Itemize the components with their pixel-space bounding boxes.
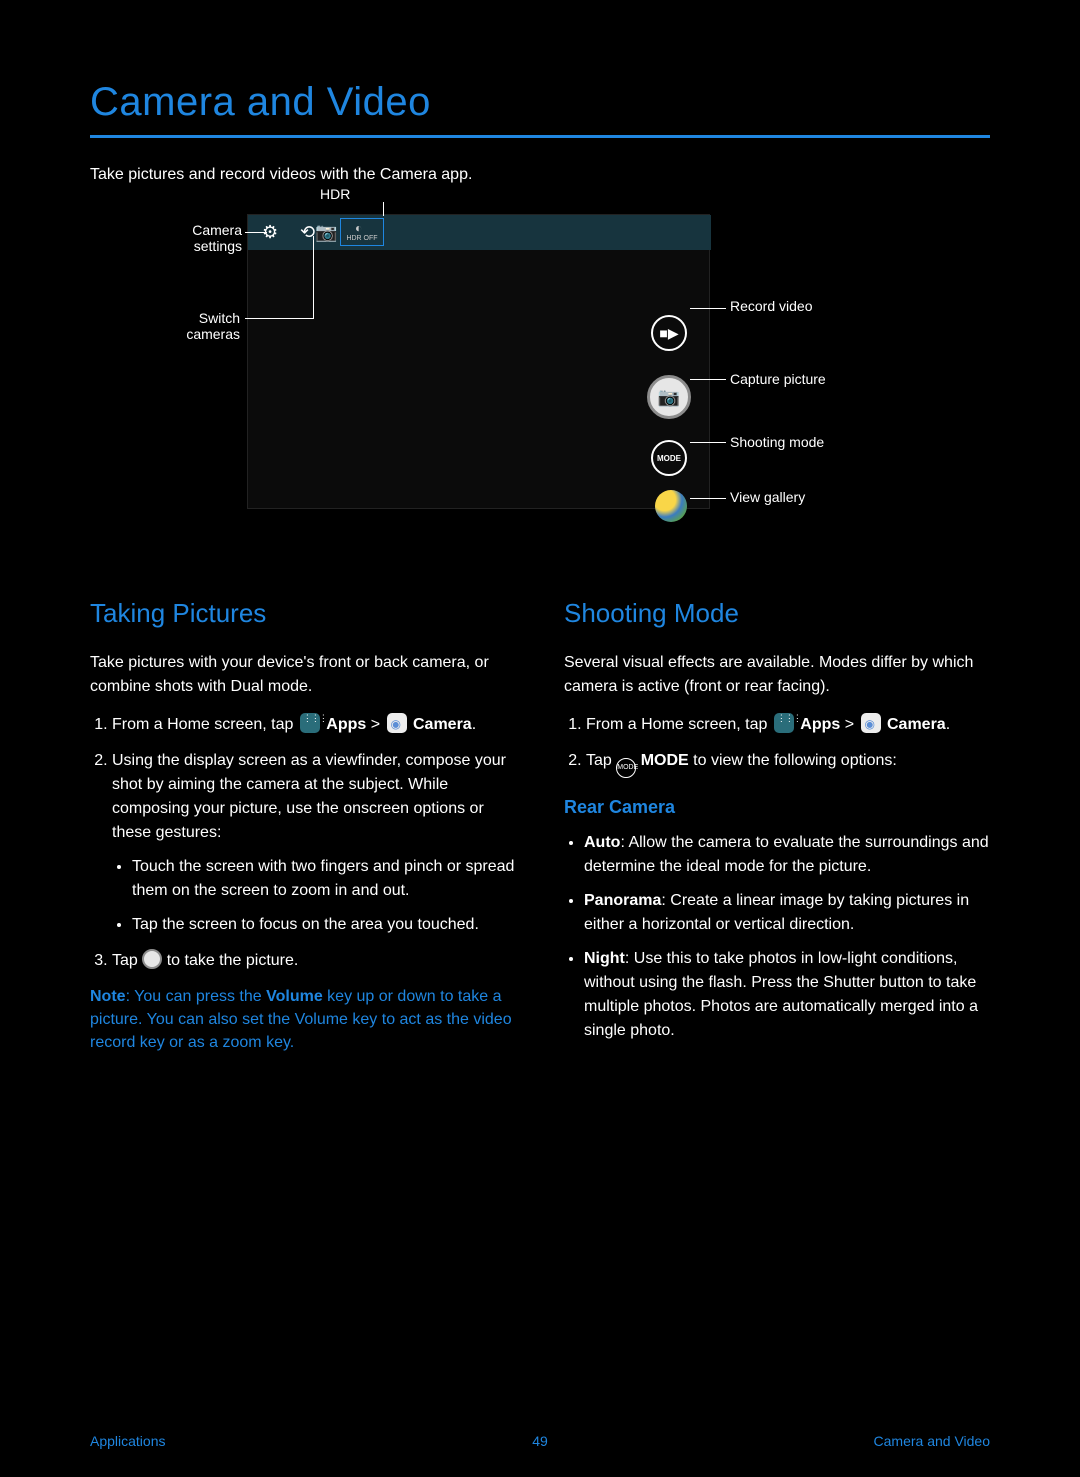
right-column: Shooting Mode Several visual effects are… xyxy=(564,594,990,1055)
camera-app-icon xyxy=(861,713,881,733)
taking-pictures-lead: Take pictures with your device's front o… xyxy=(90,651,516,699)
apps-icon xyxy=(300,713,320,733)
label-gallery: View gallery xyxy=(730,489,805,505)
text: Tap xyxy=(112,952,142,969)
camera-label: Camera xyxy=(413,716,472,733)
camera-screenshot: ⚙ ⟲📷 ◐ HDR OFF ■▶ 📷 MODE xyxy=(247,214,710,509)
step-1: From a Home screen, tap Apps > Camera. xyxy=(586,713,990,737)
label-capture: Capture picture xyxy=(730,371,826,387)
option-night: Night: Use this to take photos in low-li… xyxy=(584,947,990,1043)
pan-label: Panorama xyxy=(584,892,661,909)
camera-icon: 📷 xyxy=(658,387,680,408)
hdr-toggle: ◐ HDR OFF xyxy=(340,218,384,246)
shutter-inline-icon xyxy=(142,949,162,969)
step-1: From a Home screen, tap Apps > Camera. xyxy=(112,713,516,737)
text: From a Home screen, tap xyxy=(112,716,298,733)
note-text: : You can press the xyxy=(126,988,267,1005)
shooting-mode-lead: Several visual effects are available. Mo… xyxy=(564,651,990,699)
leader-line xyxy=(690,308,726,309)
bullet-pinch: Touch the screen with two fingers and pi… xyxy=(132,855,516,903)
apps-label: Apps xyxy=(800,716,840,733)
leader-line xyxy=(245,232,267,233)
text: . xyxy=(472,716,476,733)
label-record: Record video xyxy=(730,298,813,314)
mode-label: MODE xyxy=(641,752,689,769)
text: to take the picture. xyxy=(167,952,299,969)
text: Tap xyxy=(586,752,616,769)
note: Note: You can press the Volume key up or… xyxy=(90,985,516,1055)
label-switch: Switch cameras xyxy=(178,310,240,342)
shutter-button: 📷 xyxy=(647,375,691,419)
videocam-icon: ■▶ xyxy=(659,325,678,342)
volume-bold: Volume xyxy=(266,988,323,1005)
auto-label: Auto xyxy=(584,834,620,851)
heading-rear-camera: Rear Camera xyxy=(564,794,990,821)
page-footer: Applications 49 Camera and Video xyxy=(90,1433,990,1449)
page-title: Camera and Video xyxy=(90,80,990,125)
text: > xyxy=(371,716,385,733)
label-mode: Shooting mode xyxy=(730,434,824,450)
camera-label: Camera xyxy=(887,716,946,733)
text: . xyxy=(946,716,950,733)
record-button: ■▶ xyxy=(651,315,687,351)
hdr-icon: ◐ xyxy=(355,221,362,235)
option-panorama: Panorama: Create a linear image by takin… xyxy=(584,889,990,937)
auto-text: : Allow the camera to evaluate the surro… xyxy=(584,834,989,875)
leader-line xyxy=(690,442,726,443)
leader-line xyxy=(313,236,314,319)
title-rule xyxy=(90,135,990,138)
apps-icon xyxy=(774,713,794,733)
intro-text: Take pictures and record videos with the… xyxy=(90,166,990,184)
night-text: : Use this to take photos in low-light c… xyxy=(584,950,978,1039)
footer-left: Applications xyxy=(90,1433,166,1449)
footer-right: Camera and Video xyxy=(874,1433,990,1449)
left-column: Taking Pictures Take pictures with your … xyxy=(90,594,516,1055)
step-2: Using the display screen as a viewfinder… xyxy=(112,749,516,937)
step-3: Tap to take the picture. xyxy=(112,949,516,973)
leader-line xyxy=(245,318,313,319)
text: to view the following options: xyxy=(693,752,897,769)
switch-camera-icon: ⟲📷 xyxy=(300,222,338,243)
camera-diagram: ⚙ ⟲📷 ◐ HDR OFF ■▶ 📷 MODE Camera settings… xyxy=(90,184,990,564)
night-label: Night xyxy=(584,950,625,967)
hdr-text: HDR OFF xyxy=(346,235,377,242)
text: > xyxy=(845,716,859,733)
heading-shooting-mode: Shooting Mode xyxy=(564,594,990,633)
text: From a Home screen, tap xyxy=(586,716,772,733)
note-label: Note xyxy=(90,988,126,1005)
leader-line xyxy=(383,202,384,216)
footer-page: 49 xyxy=(532,1433,548,1449)
label-settings: Camera settings xyxy=(154,222,242,254)
camera-app-icon xyxy=(387,713,407,733)
label-hdr: HDR xyxy=(320,186,350,202)
mode-inline-icon: MODE xyxy=(616,758,636,778)
text: Using the display screen as a viewfinder… xyxy=(112,752,506,841)
leader-line xyxy=(690,498,726,499)
bullet-tap-focus: Tap the screen to focus on the area you … xyxy=(132,913,516,937)
leader-line xyxy=(690,379,726,380)
option-auto: Auto: Allow the camera to evaluate the s… xyxy=(584,831,990,879)
mode-button: MODE xyxy=(651,440,687,476)
gallery-button xyxy=(655,490,687,522)
heading-taking-pictures: Taking Pictures xyxy=(90,594,516,633)
apps-label: Apps xyxy=(326,716,366,733)
step-2: Tap MODE MODE to view the following opti… xyxy=(586,749,990,778)
